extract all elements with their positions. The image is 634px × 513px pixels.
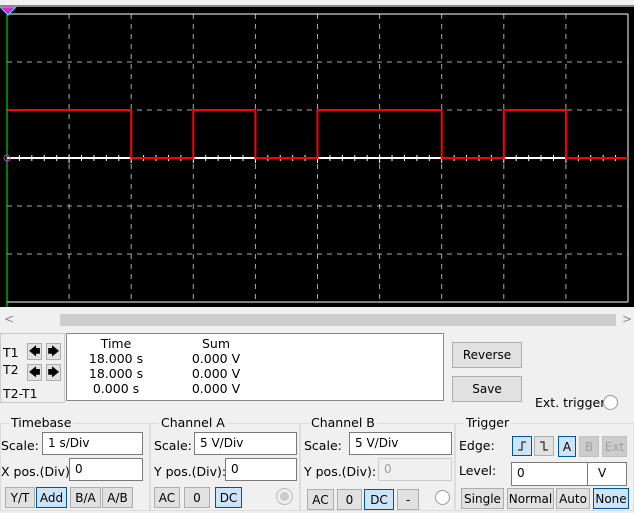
t2-right-button[interactable]: 🡆 xyxy=(46,364,61,381)
t1-left-button[interactable]: 🡄 xyxy=(27,343,42,360)
timebase-title: Timebase xyxy=(9,415,74,430)
mode-add-button[interactable]: Add xyxy=(36,487,67,508)
scrollbar-track[interactable] xyxy=(60,314,616,326)
ext-trigger-label: Ext. trigger xyxy=(535,395,606,410)
trigger-source-a-button[interactable]: A xyxy=(558,436,576,457)
scroll-left-icon[interactable]: < xyxy=(4,312,14,326)
channel-a-ypos-label: Y pos.(Div): xyxy=(154,464,227,479)
rising-edge-icon[interactable] xyxy=(512,436,532,456)
falling-edge-icon[interactable] xyxy=(534,436,554,456)
channel-b-group: Channel B Scale: 5 V/Div Y pos.(Div): 0 … xyxy=(300,415,455,511)
t2-label: T2 xyxy=(3,362,19,377)
waveform-plot xyxy=(0,6,629,307)
channel-b-zero-button[interactable]: 0 xyxy=(337,489,362,510)
xpos-label: X pos.(Div): xyxy=(1,464,75,479)
level-label: Level: xyxy=(459,463,497,478)
channel-a-title: Channel A xyxy=(159,415,227,430)
channel-b-minus-button[interactable]: - xyxy=(397,489,419,510)
trace-channel-a xyxy=(7,109,628,159)
reverse-button[interactable]: Reverse xyxy=(452,342,522,368)
edge-label: Edge: xyxy=(459,438,495,453)
channel-a-ac-button[interactable]: AC xyxy=(154,487,180,508)
readout-row-t2: 18.000 s 0.000 V xyxy=(81,366,281,381)
channel-a-ypos-input[interactable]: 0 xyxy=(225,458,297,481)
t2-time: 18.000 s xyxy=(88,366,144,381)
sum-header: Sum xyxy=(201,336,231,351)
diff-sum: 0.000 V xyxy=(191,381,241,396)
trigger-group: Trigger Edge: A B Ext Level: 0 V Single … xyxy=(455,415,634,511)
channel-b-ypos-label: Y pos.(Div): xyxy=(304,464,377,479)
timebase-group: Timebase Scale: 1 s/Div X pos.(Div): 0 Y… xyxy=(0,415,150,511)
channel-a-zero-button[interactable]: 0 xyxy=(184,487,210,508)
channel-a-dc-button[interactable]: DC xyxy=(215,487,242,508)
xpos-input[interactable]: 0 xyxy=(69,458,143,481)
t2-t1-label: T2-T1 xyxy=(3,386,38,401)
timebase-scale-input[interactable]: 1 s/Div xyxy=(42,432,143,455)
t2-left-button[interactable]: 🡄 xyxy=(27,364,42,381)
ext-trigger-terminal[interactable] xyxy=(603,395,618,410)
channel-b-ypos-input[interactable]: 0 xyxy=(378,458,452,481)
trigger-source-b-button[interactable]: B xyxy=(579,436,599,457)
channel-b-terminal[interactable] xyxy=(435,490,450,505)
cursor-readout: Time Sum 18.000 s 0.000 V 18.000 s 0.000 V … xyxy=(66,333,444,401)
trigger-single-button[interactable]: Single xyxy=(461,488,504,509)
mode-ab-button[interactable]: A/B xyxy=(102,487,133,508)
trigger-level-unit[interactable]: V xyxy=(587,462,627,486)
mode-yt-button[interactable]: Y/T xyxy=(5,487,35,508)
t1-right-button[interactable]: 🡆 xyxy=(46,343,61,360)
cursor-controls: T1 🡄 🡆 T2 🡄 🡆 T2-T1 xyxy=(0,333,65,403)
readout-row-t1: 18.000 s 0.000 V xyxy=(81,351,281,366)
trigger-normal-button[interactable]: Normal xyxy=(507,488,554,509)
channel-b-ac-button[interactable]: AC xyxy=(307,489,334,510)
t1-sum: 0.000 V xyxy=(191,351,241,366)
channel-b-scale-input[interactable]: 5 V/Div xyxy=(349,432,452,455)
trigger-title: Trigger xyxy=(464,415,512,430)
time-header: Time xyxy=(100,336,132,351)
save-button[interactable]: Save xyxy=(452,376,522,402)
readout-row-diff: 0.000 s 0.000 V xyxy=(81,381,281,396)
channel-a-terminal[interactable] xyxy=(277,489,292,504)
channel-a-group: Channel A Scale: 5 V/Div Y pos.(Div): 0 … xyxy=(150,415,300,511)
oscilloscope-screen xyxy=(0,5,634,307)
diff-time: 0.000 s xyxy=(92,381,140,396)
mode-ba-button[interactable]: B/A xyxy=(70,487,101,508)
channel-b-scale-label: Scale: xyxy=(304,438,342,453)
channel-a-scale-label: Scale: xyxy=(154,438,192,453)
scroll-right-icon[interactable]: > xyxy=(622,312,632,326)
trigger-source-ext-button[interactable]: Ext xyxy=(602,436,627,457)
channel-b-title: Channel B xyxy=(309,415,377,430)
channel-a-scale-input[interactable]: 5 V/Div xyxy=(194,432,297,455)
t1-label: T1 xyxy=(3,345,19,360)
timebase-scale-label: Scale: xyxy=(1,438,39,453)
t2-sum: 0.000 V xyxy=(191,366,241,381)
t1-time: 18.000 s xyxy=(88,351,144,366)
channel-b-dc-button[interactable]: DC xyxy=(364,489,394,510)
horizontal-scrollbar[interactable]: < > xyxy=(0,311,634,329)
trigger-none-button[interactable]: None xyxy=(593,488,629,509)
trigger-level-input[interactable]: 0 xyxy=(511,462,588,486)
trigger-auto-button[interactable]: Auto xyxy=(556,488,590,509)
